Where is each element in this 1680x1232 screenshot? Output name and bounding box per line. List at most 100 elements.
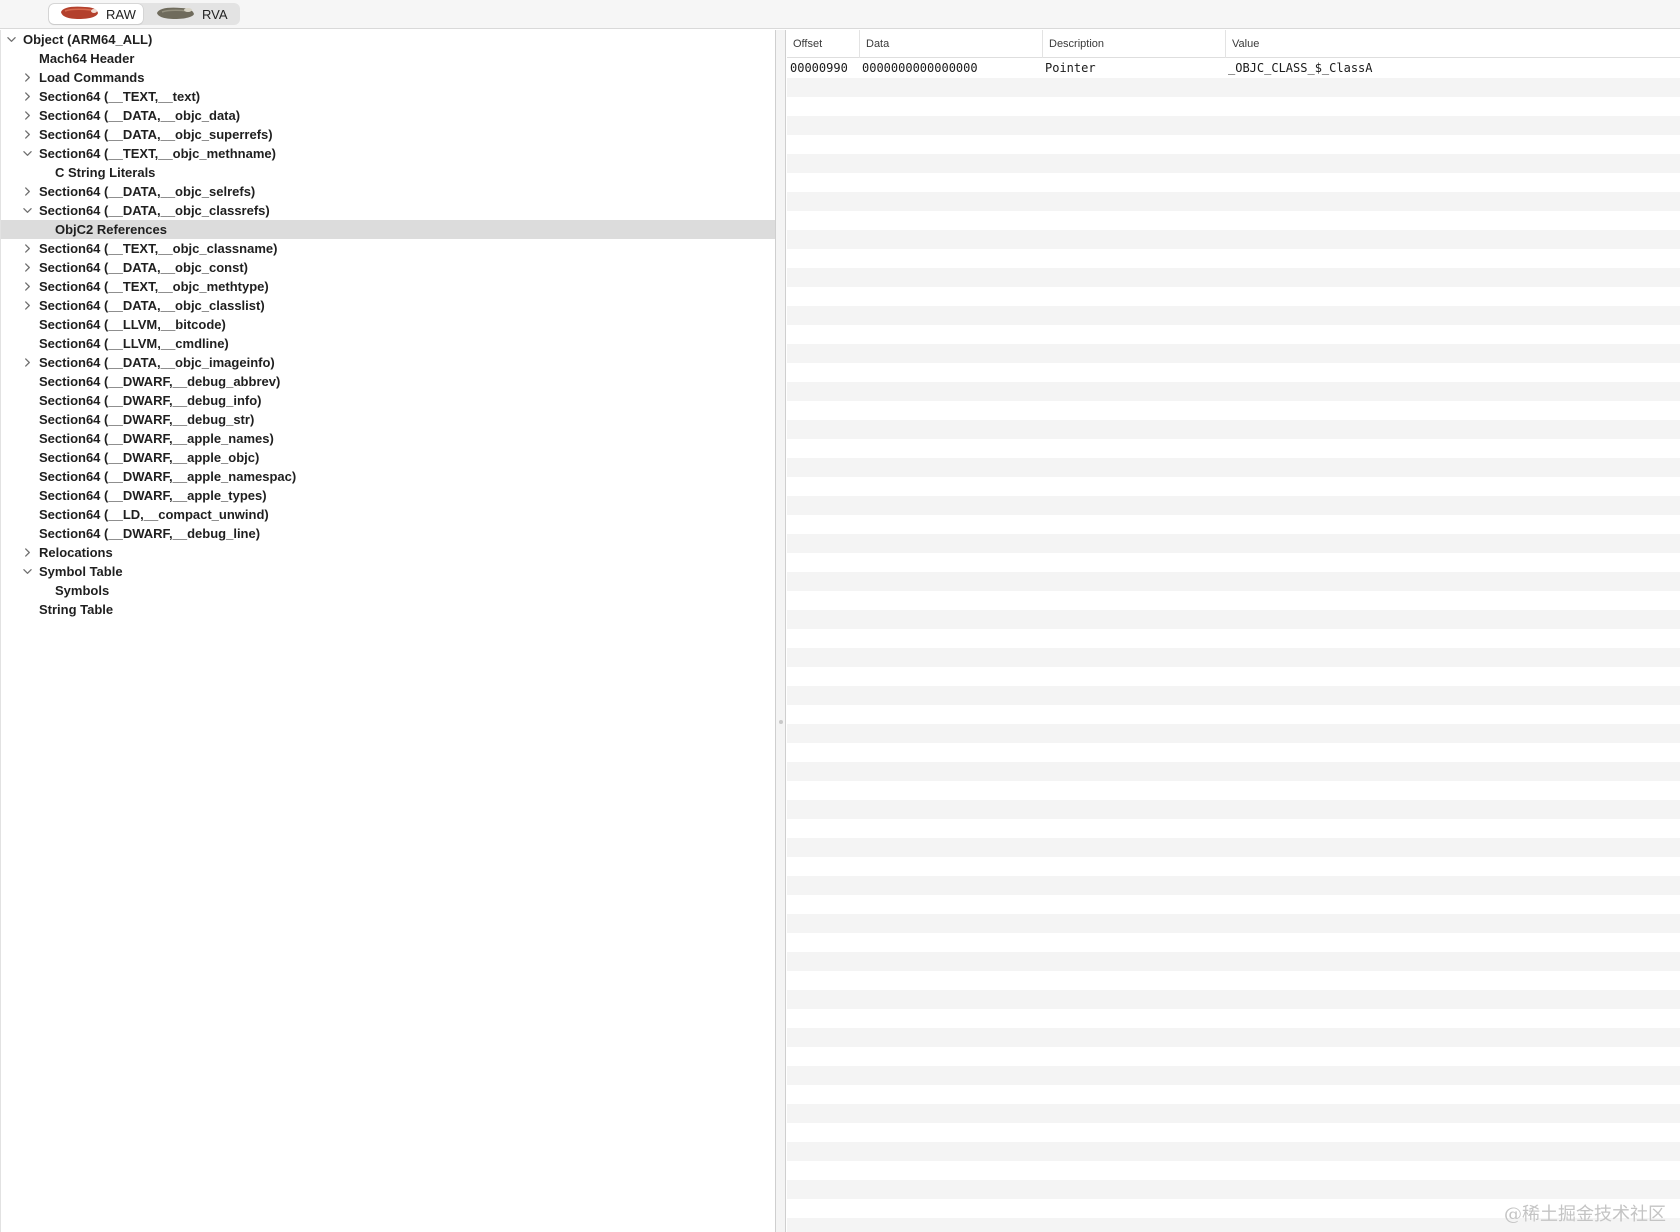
- tree-item[interactable]: Section64 (__LLVM,__bitcode): [1, 315, 775, 334]
- tree-item[interactable]: Section64 (__DWARF,__apple_namespac): [1, 467, 775, 486]
- tree-item[interactable]: Section64 (__DWARF,__debug_str): [1, 410, 775, 429]
- tree-item[interactable]: Load Commands: [1, 68, 775, 87]
- empty-table-row: [787, 534, 1680, 553]
- empty-table-row: [787, 990, 1680, 1009]
- tree-item[interactable]: Section64 (__DATA,__objc_selrefs): [1, 182, 775, 201]
- empty-table-row: [787, 458, 1680, 477]
- tree-item[interactable]: Section64 (__TEXT,__text): [1, 87, 775, 106]
- chevron-down-icon[interactable]: [21, 144, 33, 163]
- tree-item[interactable]: Mach64 Header: [1, 49, 775, 68]
- tree-item[interactable]: Section64 (__TEXT,__objc_methname): [1, 144, 775, 163]
- empty-table-row: [787, 439, 1680, 458]
- empty-table-row: [787, 1104, 1680, 1123]
- cell-value: _OBJC_CLASS_$_ClassA: [1228, 61, 1373, 75]
- tree-item[interactable]: Section64 (__DATA,__objc_classrefs): [1, 201, 775, 220]
- rva-mode-button[interactable]: RVA: [145, 4, 239, 24]
- tree-item-label: Symbol Table: [39, 564, 123, 579]
- empty-table-row: [787, 78, 1680, 97]
- tree-item[interactable]: Section64 (__DATA,__objc_classlist): [1, 296, 775, 315]
- empty-table-row: [787, 781, 1680, 800]
- tree-item[interactable]: Relocations: [1, 543, 775, 562]
- column-header-value[interactable]: Value: [1225, 30, 1680, 58]
- chevron-down-icon[interactable]: [5, 30, 17, 49]
- chevron-right-icon[interactable]: [21, 68, 33, 87]
- raw-mode-button[interactable]: RAW: [49, 4, 143, 24]
- empty-table-row: [787, 306, 1680, 325]
- chevron-right-icon[interactable]: [21, 296, 33, 315]
- empty-table-row: [787, 268, 1680, 287]
- tree-item[interactable]: ObjC2 References: [1, 220, 775, 239]
- tree-item-label: Section64 (__LLVM,__bitcode): [39, 317, 226, 332]
- tree-item[interactable]: Section64 (__DWARF,__apple_objc): [1, 448, 775, 467]
- tree-item[interactable]: Section64 (__DWARF,__debug_info): [1, 391, 775, 410]
- tree-item-label: Section64 (__DATA,__objc_imageinfo): [39, 355, 275, 370]
- empty-table-row: [787, 1047, 1680, 1066]
- chevron-right-icon[interactable]: [21, 106, 33, 125]
- empty-table-row: [787, 211, 1680, 230]
- chevron-down-icon[interactable]: [21, 562, 33, 581]
- cell-description: Pointer: [1045, 61, 1096, 75]
- empty-table-row: [787, 173, 1680, 192]
- empty-table-row: [787, 819, 1680, 838]
- column-header-offset[interactable]: Offset: [787, 30, 859, 58]
- tree-item[interactable]: Section64 (__DATA,__objc_imageinfo): [1, 353, 775, 372]
- tree-item[interactable]: Symbol Table: [1, 562, 775, 581]
- cell-data: 0000000000000000: [862, 61, 978, 75]
- chevron-down-icon[interactable]: [21, 201, 33, 220]
- tree-item-label: Object (ARM64_ALL): [23, 32, 153, 47]
- empty-table-row: [787, 914, 1680, 933]
- tree-item[interactable]: Symbols: [1, 581, 775, 600]
- chevron-right-icon[interactable]: [21, 353, 33, 372]
- tree-item-label: Section64 (__DWARF,__apple_namespac): [39, 469, 297, 484]
- tree-item-label: Section64 (__DWARF,__debug_info): [39, 393, 262, 408]
- tree-item[interactable]: Section64 (__DWARF,__apple_types): [1, 486, 775, 505]
- tree-item[interactable]: Section64 (__TEXT,__objc_methtype): [1, 277, 775, 296]
- chevron-right-icon[interactable]: [21, 258, 33, 277]
- empty-table-row: [787, 572, 1680, 591]
- tree-item[interactable]: Section64 (__DATA,__objc_data): [1, 106, 775, 125]
- chevron-right-icon[interactable]: [21, 543, 33, 562]
- pane-splitter[interactable]: [776, 30, 786, 1232]
- toolbar: RAW RVA: [0, 0, 1680, 29]
- empty-table-row: [787, 1142, 1680, 1161]
- chevron-right-icon[interactable]: [21, 125, 33, 144]
- empty-table-row: [787, 154, 1680, 173]
- tree-item-label: Section64 (__LD,__compact_unwind): [39, 507, 269, 522]
- chevron-right-icon[interactable]: [21, 87, 33, 106]
- empty-table-row: [787, 629, 1680, 648]
- tree-item[interactable]: String Table: [1, 600, 775, 619]
- tree-item[interactable]: Section64 (__LLVM,__cmdline): [1, 334, 775, 353]
- chevron-right-icon[interactable]: [21, 239, 33, 258]
- empty-table-row: [787, 382, 1680, 401]
- tree-item-label: Section64 (__TEXT,__text): [39, 89, 201, 104]
- tree-item-label: Section64 (__DATA,__objc_selrefs): [39, 184, 256, 199]
- tree-item[interactable]: Section64 (__DWARF,__debug_line): [1, 524, 775, 543]
- tree-item[interactable]: C String Literals: [1, 163, 775, 182]
- column-header-data[interactable]: Data: [859, 30, 1042, 58]
- empty-table-row: [787, 743, 1680, 762]
- tree-item-label: Symbols: [55, 583, 110, 598]
- tree-item-label: Section64 (__DWARF,__apple_objc): [39, 450, 260, 465]
- tree-item[interactable]: Section64 (__LD,__compact_unwind): [1, 505, 775, 524]
- empty-table-row: [787, 496, 1680, 515]
- tree-item-label: Section64 (__TEXT,__objc_methtype): [39, 279, 269, 294]
- chevron-right-icon[interactable]: [21, 182, 33, 201]
- chevron-right-icon[interactable]: [21, 277, 33, 296]
- empty-table-row: [787, 933, 1680, 952]
- tree-item[interactable]: Section64 (__DATA,__objc_superrefs): [1, 125, 775, 144]
- tree-item[interactable]: Section64 (__DATA,__objc_const): [1, 258, 775, 277]
- empty-table-row: [787, 116, 1680, 135]
- tree-item[interactable]: Object (ARM64_ALL): [1, 30, 775, 49]
- tree-item[interactable]: Section64 (__DWARF,__debug_abbrev): [1, 372, 775, 391]
- empty-table-row: [787, 648, 1680, 667]
- tree-item-label: Section64 (__DWARF,__apple_types): [39, 488, 267, 503]
- table-row[interactable]: 00000990 0000000000000000 Pointer _OBJC_CLA…: [787, 59, 1680, 78]
- tree-item[interactable]: Section64 (__TEXT,__objc_classname): [1, 239, 775, 258]
- tree-item[interactable]: Section64 (__DWARF,__apple_names): [1, 429, 775, 448]
- column-header-description[interactable]: Description: [1042, 30, 1225, 58]
- view-mode-segmented-control: RAW RVA: [48, 3, 240, 25]
- rva-icon: [155, 6, 195, 20]
- tree-item-label: Section64 (__DATA,__objc_const): [39, 260, 249, 275]
- splitter-handle[interactable]: [779, 720, 783, 724]
- empty-table-row: [787, 1009, 1680, 1028]
